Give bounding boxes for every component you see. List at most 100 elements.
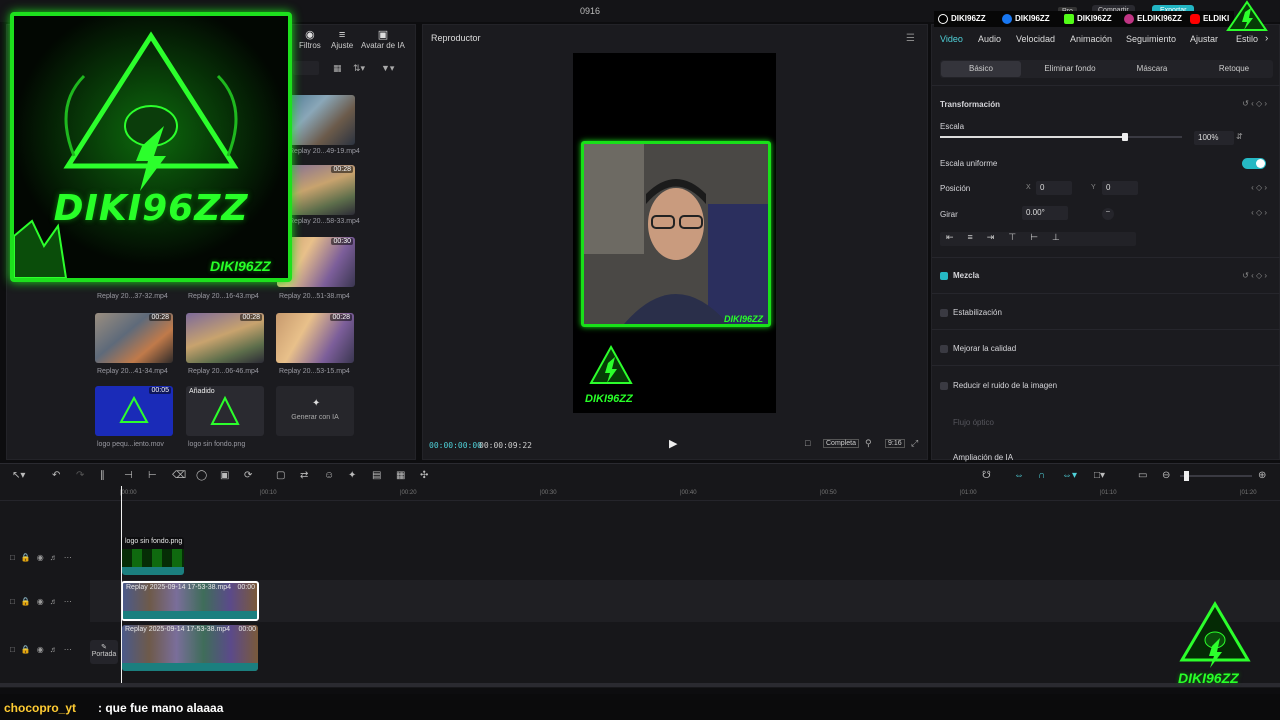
menu-icon[interactable]: ☰ — [906, 33, 915, 44]
media-item[interactable]: 00:28 — [276, 313, 354, 363]
rotate-input[interactable]: 0.00° — [1022, 206, 1068, 220]
toolbar-ai-avatar[interactable]: ▣ Avatar de IA — [361, 29, 405, 50]
tab-adjust[interactable]: Ajustar — [1190, 34, 1218, 44]
media-item[interactable]: 00:28 — [95, 313, 173, 363]
scale-slider-track[interactable] — [940, 133, 1182, 141]
tab-animation[interactable]: Animación — [1070, 34, 1112, 44]
media-item[interactable]: Añadido — [186, 386, 264, 436]
item-duration: 00:28 — [240, 314, 262, 321]
brand-logo-overlay: DIKI96ZZ DIKI96ZZ — [10, 12, 292, 282]
streamer-face-icon — [584, 144, 768, 324]
quality-label[interactable]: Mejorar la calidad — [953, 344, 1016, 353]
clip-audio-strip — [123, 611, 257, 619]
zoom-icon[interactable]: ⚲ — [865, 438, 872, 449]
ai-expand-label[interactable]: Ampliación de IA — [953, 453, 1013, 462]
pos-x-input[interactable]: 0 — [1036, 181, 1072, 195]
grid-view-icon[interactable]: ▦ — [333, 63, 342, 74]
keyframe-icon[interactable]: ‹ ◇ › — [1251, 208, 1267, 217]
media-search-input[interactable] — [293, 61, 319, 75]
fit-selector[interactable]: Completa — [823, 439, 859, 448]
play-icon[interactable]: ▶ — [669, 437, 677, 450]
social-instagram: ELDIKI96ZZ — [1124, 14, 1182, 24]
total-time: 00:00:09:22 — [479, 441, 532, 450]
uniform-scale-toggle[interactable] — [1242, 158, 1266, 169]
playhead[interactable] — [121, 486, 122, 686]
noise-checkbox[interactable] — [940, 382, 948, 390]
social-facebook: DIKI96ZZ — [1002, 14, 1050, 24]
media-item-name: Replay 20...51-38.mp4 — [279, 293, 350, 300]
clip-label: Replay 2025-09-14 17-53-38.mp4 — [125, 626, 231, 633]
ai-avatar-icon: ▣ — [377, 29, 389, 41]
cover-label: Portada — [91, 651, 117, 658]
adjust-label: Ajuste — [331, 41, 354, 50]
properties-panel: Video Audio Velocidad Animación Seguimie… — [931, 24, 1280, 462]
video-clip-selected[interactable]: Replay 2025-09-14 17-53-38.mp4 00:00 — [121, 581, 259, 621]
chevron-right-icon[interactable]: › — [1265, 33, 1268, 44]
tab-style[interactable]: Estilo — [1236, 34, 1258, 44]
toolbar-adjust[interactable]: ≡ Ajuste — [331, 29, 353, 50]
pos-y-input[interactable]: 0 — [1102, 181, 1138, 195]
media-item-name: Replay 20...06-46.mp4 — [188, 368, 259, 375]
webcam-brand-tag: DIKI96ZZ — [724, 314, 764, 324]
tab-video[interactable]: Video — [940, 34, 963, 44]
toolbar-filters[interactable]: ◉ Filtros — [299, 29, 321, 50]
ratio-selector[interactable]: 9:16 — [885, 439, 905, 448]
reset-keyframe-icon[interactable]: ↺ ‹ ◇ › — [1242, 271, 1267, 280]
stream-chat: chocopro_yt : que fue mano alaaaa — [0, 694, 1280, 720]
pencil-icon: ✎ — [101, 644, 107, 651]
position-label: Posición — [940, 184, 971, 193]
media-item[interactable]: 00:28 — [186, 313, 264, 363]
subtab-mask[interactable]: Máscara — [1112, 64, 1192, 73]
crop-icon[interactable]: □ — [805, 438, 810, 448]
stabilize-label[interactable]: Estabilización — [953, 308, 1002, 317]
timeline-scrollbar[interactable] — [0, 683, 1280, 687]
fullscreen-icon[interactable]: ⤢ — [911, 438, 918, 449]
brand-name: DIKI96ZZ — [53, 188, 249, 229]
align-toolbar[interactable]: ⇤≡⇥⊤⊢⊥ — [940, 232, 1136, 246]
subtab-remove-bg[interactable]: Eliminar fondo — [1030, 64, 1110, 73]
scale-input[interactable]: 100% — [1194, 131, 1234, 145]
blend-checkbox[interactable] — [940, 272, 948, 280]
stepper-icon[interactable]: ⇵ — [1236, 132, 1243, 141]
tab-tracking[interactable]: Seguimiento — [1126, 34, 1176, 44]
scale-label: Escala — [940, 122, 965, 131]
preview-canvas[interactable]: DIKI96ZZ DIKI96ZZ — [573, 53, 776, 413]
video-clip[interactable]: Replay 2025-09-14 17-53-38.mp4 00:00 — [122, 625, 258, 671]
facebook-icon — [1002, 14, 1012, 24]
item-duration: 00:28 — [331, 166, 353, 173]
noise-label[interactable]: Reducir el ruido de la imagen — [953, 381, 1057, 390]
transform-heading[interactable]: Transformación — [940, 100, 1000, 109]
webcam-frame: DIKI96ZZ — [581, 141, 771, 327]
ruler-tick: |00:20 — [400, 490, 417, 496]
reset-keyframe-icon[interactable]: ↺ ‹ ◇ › — [1242, 99, 1267, 108]
media-item[interactable]: 00:05 — [95, 386, 173, 436]
subtab-retouch[interactable]: Retoque — [1194, 64, 1274, 73]
social-handle: DIKI96ZZ — [1077, 14, 1112, 24]
logo-clip[interactable]: logo sin fondo.png — [122, 537, 184, 575]
scale-slider-handle[interactable] — [1122, 133, 1129, 141]
kick-icon — [1064, 14, 1074, 24]
sparkle-icon: ✦ — [312, 398, 321, 409]
player-title: Reproductor — [431, 33, 481, 43]
media-item-name: Replay 20...16-43.mp4 — [188, 293, 259, 300]
subtab-basic[interactable]: Básico — [941, 61, 1021, 77]
blend-label[interactable]: Mezcla — [953, 271, 979, 280]
stabilize-checkbox[interactable] — [940, 309, 948, 317]
filter-icon[interactable]: ▼▾ — [381, 63, 394, 74]
social-kick: DIKI96ZZ — [1064, 14, 1112, 24]
tab-audio[interactable]: Audio — [978, 34, 1001, 44]
track-controls[interactable]: □🔒◉♬⋯ — [10, 553, 78, 562]
keyframe-icon[interactable]: ‹ ◇ › — [1251, 183, 1267, 192]
track-controls[interactable]: □🔒◉♬⋯ — [10, 645, 78, 654]
pos-x-label: X — [1026, 184, 1031, 191]
track-controls[interactable]: □🔒◉♬⋯ — [10, 597, 78, 606]
tab-speed[interactable]: Velocidad — [1016, 34, 1055, 44]
sort-icon[interactable]: ⇅▾ — [353, 63, 365, 74]
rotate-dial-icon[interactable]: – — [1102, 208, 1114, 220]
cover-button[interactable]: ✎ Portada — [90, 640, 118, 664]
time-ruler[interactable]: |00:00 |00:10 |00:20 |00:30 |00:40 |00:50 |01:… — [0, 464, 1280, 504]
quality-checkbox[interactable] — [940, 345, 948, 353]
divider — [932, 257, 1280, 258]
generate-ai-button[interactable]: ✦ Generar con IA — [276, 386, 354, 436]
small-logo-icon — [589, 344, 633, 384]
